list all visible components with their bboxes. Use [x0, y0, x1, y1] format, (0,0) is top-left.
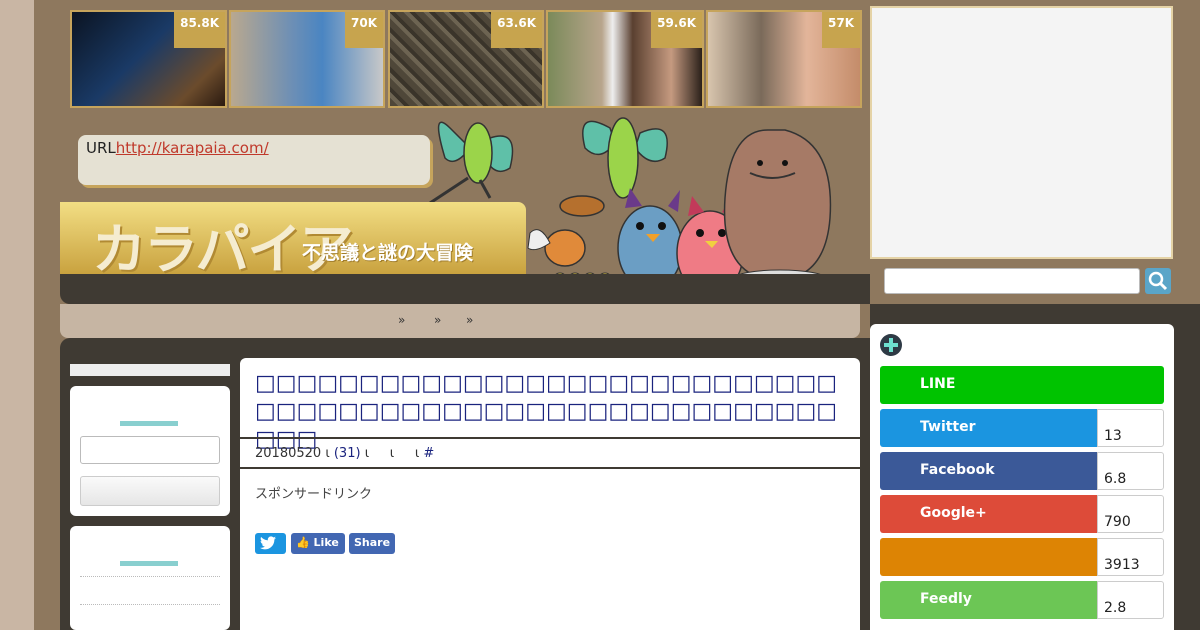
sidebar-search-input[interactable]	[80, 436, 220, 464]
widget-heading-bar	[120, 421, 178, 426]
url-label: URL	[86, 139, 116, 157]
comment-count-link[interactable]: (31)	[334, 446, 361, 461]
meta-divider	[240, 467, 860, 469]
breadcrumb-nav: » » »	[60, 304, 860, 338]
article-meta: 20180520 ι (31) ι ι ι #	[255, 446, 434, 461]
twitter-icon	[260, 536, 276, 550]
list-divider	[80, 576, 220, 577]
header-search-input[interactable]	[884, 268, 1140, 294]
share-count: 13	[1097, 409, 1164, 447]
sidebar-top-bar	[70, 364, 230, 376]
share-row-line[interactable]: LINE	[880, 366, 1164, 404]
share-count: 790	[1097, 495, 1164, 533]
thumbnail-4[interactable]: 59.6K	[546, 10, 704, 108]
thumbnail-1[interactable]: 85.8K	[70, 10, 227, 108]
thumbnail-3[interactable]: 63.6K	[388, 10, 544, 108]
view-count-badge: 63.6K	[491, 12, 542, 48]
header-dark-band	[60, 274, 870, 304]
search-icon	[1148, 271, 1168, 291]
list-divider	[80, 604, 220, 605]
share-button-label[interactable]: Feedly	[880, 581, 1097, 619]
popular-thumbnails: 85.8K 70K 63.6K 59.6K 57K	[70, 10, 862, 108]
share-row-google[interactable]: Google+ 790	[880, 495, 1164, 533]
view-count-badge: 70K	[345, 12, 383, 48]
share-button-label[interactable]: Twitter	[880, 409, 1097, 447]
share-button-label[interactable]	[880, 538, 1097, 576]
share-count: 6.8	[1097, 452, 1164, 490]
share-count: 2.8	[1097, 581, 1164, 619]
sidebar-list-widget	[70, 526, 230, 630]
nav-separator[interactable]: »	[434, 313, 441, 327]
like-label: Like	[313, 536, 339, 549]
facebook-like-button[interactable]: 👍 Like	[291, 533, 345, 554]
meta-separator: ι	[325, 446, 330, 461]
share-row-bookmark[interactable]: 3913	[880, 538, 1164, 576]
ad-placeholder	[870, 6, 1173, 259]
meta-separator: ι	[364, 446, 370, 461]
site-url-link[interactable]: http://karapaia.com/	[116, 139, 269, 157]
widget-heading-bar	[120, 561, 178, 566]
tweet-button[interactable]	[255, 533, 286, 554]
search-button[interactable]	[1145, 268, 1171, 294]
view-count-badge: 57K	[822, 12, 860, 48]
hashtag-link[interactable]: #	[423, 446, 434, 461]
article-date: 20180520	[255, 446, 322, 461]
article-title[interactable]: □□□□□□□□□□□□□□□□□□□□□□□□□□□□□□□□□□□□□□□□…	[255, 370, 845, 454]
site-tagline: 不思議と謎の大冒険	[302, 242, 474, 264]
thumbnail-5[interactable]: 57K	[706, 10, 862, 108]
article-panel: □□□□□□□□□□□□□□□□□□□□□□□□□□□□□□□□□□□□□□□□…	[240, 358, 860, 630]
share-row-facebook[interactable]: Facebook 6.8	[880, 452, 1164, 490]
share-button-label[interactable]: Facebook	[880, 452, 1097, 490]
sidebar-search-button[interactable]	[80, 476, 220, 506]
nav-separator[interactable]: »	[398, 313, 405, 327]
meta-separator: ι	[414, 446, 420, 461]
meta-separator: ι	[389, 446, 395, 461]
title-divider	[240, 437, 860, 439]
facebook-share-button[interactable]: Share	[349, 533, 395, 554]
share-label: Share	[354, 536, 391, 549]
view-count-badge: 85.8K	[174, 12, 225, 48]
share-button-label[interactable]: Google+	[880, 495, 1097, 533]
share-row-twitter[interactable]: Twitter 13	[880, 409, 1164, 447]
share-count: 3913	[1097, 538, 1164, 576]
url-box: URLhttp://karapaia.com/	[78, 135, 430, 185]
sidebar-search-widget	[70, 386, 230, 516]
share-row-feedly[interactable]: Feedly 2.8	[880, 581, 1164, 619]
view-count-badge: 59.6K	[651, 12, 702, 48]
plus-icon[interactable]	[880, 334, 902, 356]
nav-separator[interactable]: »	[466, 313, 473, 327]
share-button-label[interactable]: LINE	[880, 366, 1164, 404]
thumbnail-2[interactable]: 70K	[229, 10, 385, 108]
thumbs-up-icon: 👍	[296, 536, 310, 549]
sponsored-link-label: スポンサードリンク	[255, 487, 373, 502]
